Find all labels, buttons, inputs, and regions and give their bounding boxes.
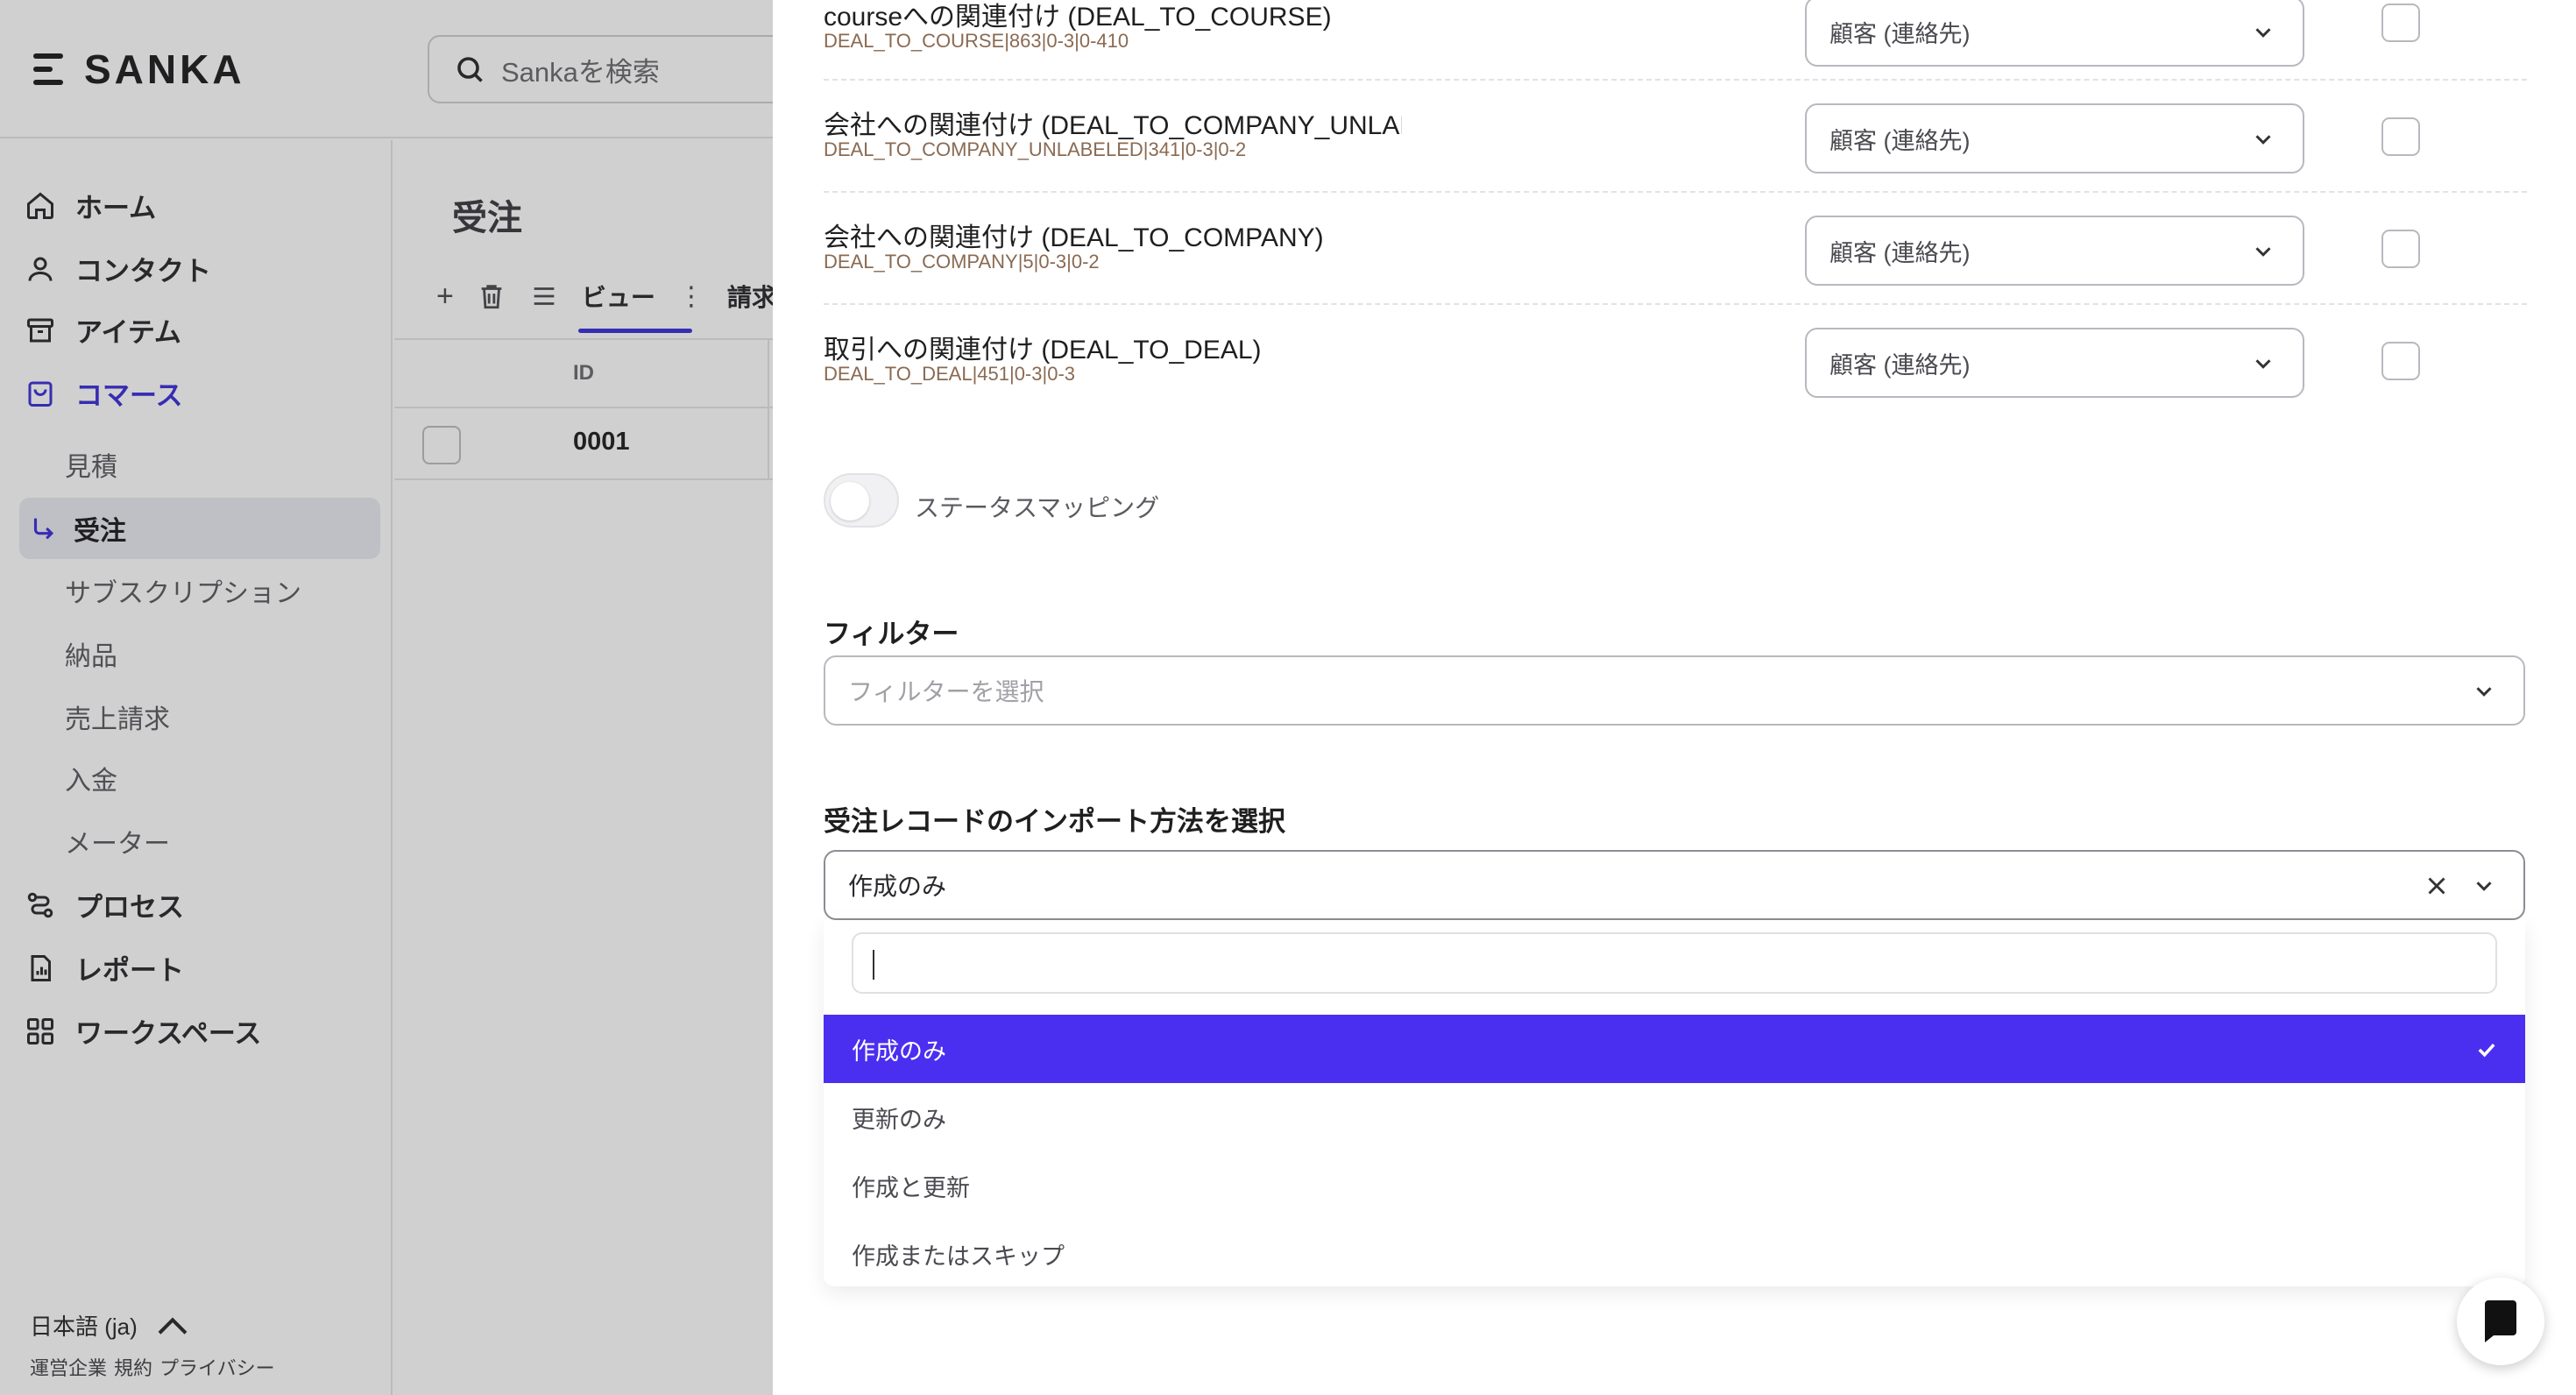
status-mapping-label: ステータスマッピング — [915, 494, 1160, 521]
mapping-checkbox[interactable] — [2381, 230, 2420, 268]
filter-select[interactable]: フィルターを選択 — [824, 655, 2525, 726]
clear-icon[interactable] — [2422, 871, 2452, 901]
mapping-checkbox[interactable] — [2381, 4, 2420, 42]
mapping-row: 取引への関連付け (DEAL_TO_DEAL) DEAL_TO_DEAL|451… — [824, 305, 2527, 417]
mapping-code: DEAL_TO_DEAL|451|0-3|0-3 — [824, 363, 1076, 385]
mapping-select-value: 顧客 (連絡先) — [1829, 20, 1971, 47]
mapping-label: 会社への関連付け (DEAL_TO_COMPANY) — [824, 223, 1324, 252]
chevron-down-icon — [2476, 882, 2492, 891]
mapping-select[interactable]: 顧客 (連絡先) — [1805, 216, 2304, 286]
import-method-value: 作成のみ — [848, 873, 947, 900]
chevron-down-icon — [2255, 135, 2271, 145]
import-method-dropdown: 作成のみ 更新のみ 作成と更新 作成またはスキップ — [824, 920, 2525, 1286]
import-method-select[interactable]: 作成のみ — [824, 850, 2525, 920]
mapping-select-value: 顧客 (連絡先) — [1829, 127, 1971, 154]
chevron-down-icon — [2255, 28, 2271, 38]
option-label: 作成のみ — [852, 1037, 946, 1065]
option-label: 作成と更新 — [852, 1174, 970, 1201]
filter-title: フィルター — [824, 619, 959, 649]
import-settings-panel: courseへの関連付け (DEAL_TO_COURSE) DEAL_TO_CO… — [773, 0, 2576, 1395]
status-mapping-toggle[interactable] — [824, 473, 899, 528]
check-icon — [2478, 1043, 2495, 1058]
mapping-code: DEAL_TO_COURSE|863|0-3|0-410 — [824, 30, 1129, 52]
mapping-label: courseへの関連付け (DEAL_TO_COURSE) — [824, 3, 1332, 32]
option-label: 更新のみ — [852, 1106, 946, 1133]
modal-backdrop[interactable] — [0, 0, 773, 1395]
chat-icon — [2485, 1300, 2516, 1342]
option-create-or-skip[interactable]: 作成またはスキップ — [824, 1220, 2525, 1288]
chevron-down-icon — [2255, 359, 2271, 369]
mapping-label: 会社への関連付け (DEAL_TO_COMPANY_UNLABELED) — [824, 111, 1402, 140]
mapping-checkbox[interactable] — [2381, 117, 2420, 156]
mapping-row: 会社への関連付け (DEAL_TO_COMPANY) DEAL_TO_COMPA… — [824, 193, 2527, 305]
mapping-select-value: 顧客 (連絡先) — [1829, 351, 1971, 379]
mapping-select[interactable]: 顧客 (連絡先) — [1805, 103, 2304, 173]
mapping-label: 取引への関連付け (DEAL_TO_DEAL) — [824, 336, 1262, 365]
option-create-only[interactable]: 作成のみ — [824, 1015, 2525, 1083]
chat-button[interactable] — [2457, 1278, 2544, 1365]
option-label: 作成またはスキップ — [852, 1243, 1065, 1270]
dropdown-search-input[interactable] — [852, 932, 2497, 994]
mapping-row: 会社への関連付け (DEAL_TO_COMPANY_UNLABELED) DEA… — [824, 81, 2527, 193]
mapping-code: DEAL_TO_COMPANY|5|0-3|0-2 — [824, 251, 1100, 273]
chevron-down-icon — [2476, 687, 2492, 697]
mapping-select[interactable]: 顧客 (連絡先) — [1805, 0, 2304, 67]
import-method-title: 受注レコードのインポート方法を選択 — [824, 806, 1285, 837]
mapping-checkbox[interactable] — [2381, 342, 2420, 380]
option-update-only[interactable]: 更新のみ — [824, 1083, 2525, 1151]
mapping-row: courseへの関連付け (DEAL_TO_COURSE) DEAL_TO_CO… — [824, 0, 2527, 81]
option-create-and-update[interactable]: 作成と更新 — [824, 1151, 2525, 1220]
filter-placeholder: フィルターを選択 — [848, 678, 1044, 705]
mapping-select-value: 顧客 (連絡先) — [1829, 239, 1971, 266]
mapping-code: DEAL_TO_COMPANY_UNLABELED|341|0-3|0-2 — [824, 138, 1247, 160]
chevron-down-icon — [2255, 247, 2271, 257]
mapping-select[interactable]: 顧客 (連絡先) — [1805, 328, 2304, 398]
